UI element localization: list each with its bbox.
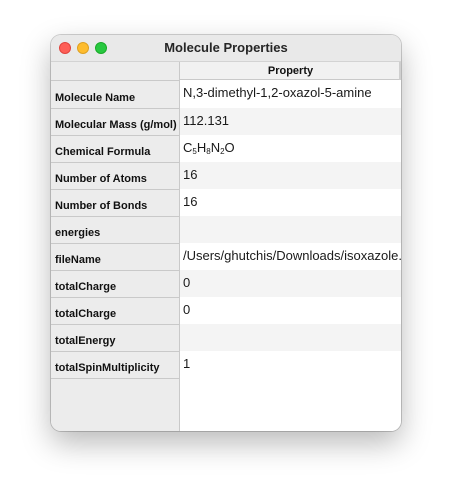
row-header: totalCharge <box>51 298 179 325</box>
value-cell[interactable]: 1 <box>180 351 401 378</box>
value-cell[interactable]: 16 <box>180 189 401 216</box>
column-header-property[interactable]: Property <box>180 62 401 80</box>
value-cell[interactable] <box>180 216 401 243</box>
row-header: totalEnergy <box>51 325 179 352</box>
value-cell[interactable] <box>180 324 401 351</box>
value-cell[interactable]: C5H8N2O <box>180 135 401 162</box>
value-cell[interactable]: 0 <box>180 270 401 297</box>
title-bar[interactable]: Molecule Properties <box>51 35 401 62</box>
value-cell[interactable]: /Users/ghutchis/Downloads/isoxazole.g <box>180 243 401 270</box>
header-scroll-edge <box>399 62 401 80</box>
value-cell[interactable]: 0 <box>180 297 401 324</box>
molecule-properties-window: Molecule Properties Molecule Name Molecu… <box>51 35 401 431</box>
value-cell[interactable]: 16 <box>180 162 401 189</box>
value-cell[interactable]: 112.131 <box>180 108 401 135</box>
row-header: Chemical Formula <box>51 136 179 163</box>
properties-table-view[interactable]: Molecule Name Molecular Mass (g/mol) Che… <box>51 62 401 431</box>
row-header: Molecular Mass (g/mol) <box>51 109 179 136</box>
row-header: energies <box>51 217 179 244</box>
window-title: Molecule Properties <box>164 40 288 55</box>
table-corner <box>51 62 179 81</box>
row-header: totalSpinMultiplicity <box>51 352 179 379</box>
row-header: Number of Bonds <box>51 190 179 217</box>
row-header: Molecule Name <box>51 81 179 109</box>
row-header: totalCharge <box>51 271 179 298</box>
value-cell[interactable]: N,3-dimethyl-1,2-oxazol-5-amine <box>180 80 401 108</box>
property-value-column: Property N,3-dimethyl-1,2-oxazol-5-amine… <box>180 62 401 431</box>
row-header-column: Molecule Name Molecular Mass (g/mol) Che… <box>51 62 180 431</box>
row-header: Number of Atoms <box>51 163 179 190</box>
row-header: fileName <box>51 244 179 271</box>
